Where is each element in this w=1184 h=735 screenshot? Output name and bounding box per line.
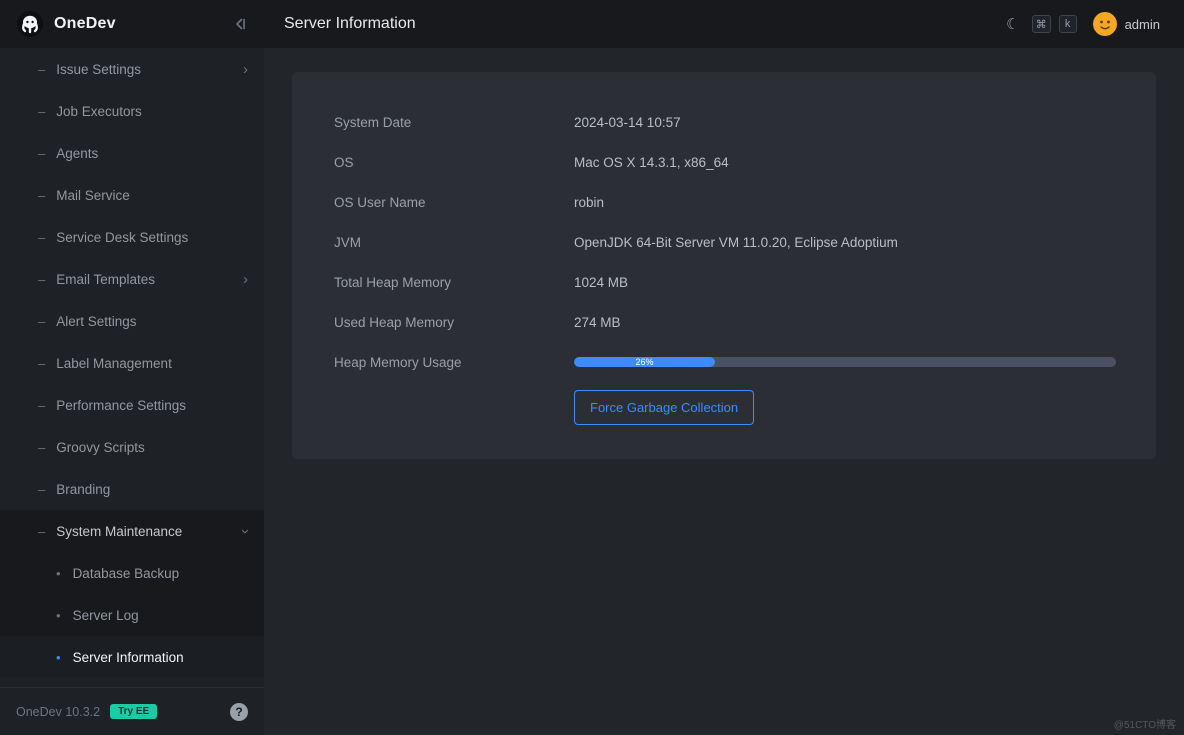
brand-area: OneDev xyxy=(0,0,264,48)
field-label: System Date xyxy=(334,115,574,130)
field-value: Mac OS X 14.3.1, x86_64 xyxy=(574,155,729,170)
field-label: OS User Name xyxy=(334,195,574,210)
sidebar-item-alert-settings[interactable]: – Alert Settings xyxy=(0,300,264,342)
sidebar-menu: – Issue Settings › – Job Executors – Age… xyxy=(0,48,264,687)
sidebar-item-mail-service[interactable]: – Mail Service xyxy=(0,174,264,216)
gc-button-row: Force Garbage Collection xyxy=(334,390,1116,425)
force-garbage-collection-button[interactable]: Force Garbage Collection xyxy=(574,390,754,425)
dash-icon: – xyxy=(38,272,45,287)
user-name[interactable]: admin xyxy=(1125,17,1160,32)
page-title: Server Information xyxy=(284,15,416,33)
field-heap-memory-usage: Heap Memory Usage 26% xyxy=(334,342,1116,382)
sidebar-item-groovy-scripts[interactable]: – Groovy Scripts xyxy=(0,426,264,468)
shortcut-k-key: k xyxy=(1059,15,1077,33)
sidebar: – Issue Settings › – Job Executors – Age… xyxy=(0,48,264,735)
shortcut-cmd-key: ⌘ xyxy=(1032,15,1051,33)
dash-icon: – xyxy=(38,482,45,497)
sidebar-item-server-information[interactable]: • Server Information xyxy=(0,636,264,678)
sidebar-item-service-desk-settings[interactable]: – Service Desk Settings xyxy=(0,216,264,258)
dash-icon: – xyxy=(38,440,45,455)
sidebar-item-label: Label Management xyxy=(56,356,172,371)
chevron-down-icon: › xyxy=(238,529,253,534)
onedev-logo-icon[interactable] xyxy=(16,10,44,38)
sidebar-item-database-backup[interactable]: • Database Backup xyxy=(0,552,264,594)
sidebar-item-email-templates[interactable]: – Email Templates › xyxy=(0,258,264,300)
field-os-user-name: OS User Name robin xyxy=(334,182,1116,222)
sidebar-item-label: Service Desk Settings xyxy=(56,230,188,245)
topbar-main: Server Information ☾ ⌘ k admin xyxy=(264,0,1184,48)
sidebar-item-label: Branding xyxy=(56,482,110,497)
sidebar-item-label: System Maintenance xyxy=(56,524,182,539)
dash-icon: – xyxy=(38,188,45,203)
heap-usage-progress-fill: 26% xyxy=(574,357,715,367)
sidebar-item-label: Mail Service xyxy=(56,188,130,203)
field-value: 2024-03-14 10:57 xyxy=(574,115,681,130)
sidebar-item-issue-settings[interactable]: – Issue Settings › xyxy=(0,48,264,90)
sidebar-item-label: Alert Settings xyxy=(56,314,136,329)
top-bar: OneDev Server Information ☾ ⌘ k admin xyxy=(0,0,1184,48)
heap-usage-percent-label: 26% xyxy=(635,358,653,367)
sidebar-item-job-executors[interactable]: – Job Executors xyxy=(0,90,264,132)
watermark: @51CTO博客 xyxy=(1114,716,1176,731)
sidebar-item-label: Job Executors xyxy=(56,104,142,119)
user-avatar[interactable] xyxy=(1093,12,1117,36)
bullet-icon: • xyxy=(56,608,61,623)
dash-icon: – xyxy=(38,356,45,371)
field-label: JVM xyxy=(334,235,574,250)
sidebar-item-label: Agents xyxy=(56,146,98,161)
dash-icon: – xyxy=(38,146,45,161)
field-value: 274 MB xyxy=(574,315,621,330)
sidebar-footer: OneDev 10.3.2 Try EE ? xyxy=(0,687,264,735)
field-value: 1024 MB xyxy=(574,275,628,290)
sidebar-item-label-management[interactable]: – Label Management xyxy=(0,342,264,384)
sidebar-item-label: Database Backup xyxy=(73,566,180,581)
sidebar-item-system-maintenance[interactable]: – System Maintenance › xyxy=(0,510,264,552)
sidebar-item-label: Performance Settings xyxy=(56,398,186,413)
server-info-card: System Date 2024-03-14 10:57 OS Mac OS X… xyxy=(292,72,1156,459)
field-label: Total Heap Memory xyxy=(334,275,574,290)
sidebar-item-label: Server Log xyxy=(73,608,139,623)
heap-usage-progress-bar: 26% xyxy=(574,357,1116,367)
dash-icon: – xyxy=(38,62,45,77)
chevron-right-icon: › xyxy=(243,62,248,77)
sidebar-group-system-maintenance: – System Maintenance › • Database Backup… xyxy=(0,510,264,678)
dash-icon: – xyxy=(38,524,45,539)
sidebar-item-branding[interactable]: – Branding xyxy=(0,468,264,510)
main-content: System Date 2024-03-14 10:57 OS Mac OS X… xyxy=(264,48,1184,735)
field-label: Heap Memory Usage xyxy=(334,355,574,370)
field-jvm: JVM OpenJDK 64-Bit Server VM 11.0.20, Ec… xyxy=(334,222,1116,262)
dash-icon: – xyxy=(38,314,45,329)
brand-name: OneDev xyxy=(54,15,116,33)
sidebar-item-label: Issue Settings xyxy=(56,62,141,77)
field-system-date: System Date 2024-03-14 10:57 xyxy=(334,102,1116,142)
sidebar-item-label: Email Templates xyxy=(56,272,155,287)
bullet-icon: • xyxy=(56,566,61,581)
sidebar-item-performance-settings[interactable]: – Performance Settings xyxy=(0,384,264,426)
field-os: OS Mac OS X 14.3.1, x86_64 xyxy=(334,142,1116,182)
field-label: Used Heap Memory xyxy=(334,315,574,330)
sidebar-collapse-icon[interactable] xyxy=(232,16,248,32)
sidebar-item-label: Groovy Scripts xyxy=(56,440,145,455)
field-used-heap-memory: Used Heap Memory 274 MB xyxy=(334,302,1116,342)
chevron-right-icon: › xyxy=(243,272,248,287)
sidebar-item-agents[interactable]: – Agents xyxy=(0,132,264,174)
sidebar-item-label: Server Information xyxy=(73,650,184,665)
field-value: OpenJDK 64-Bit Server VM 11.0.20, Eclips… xyxy=(574,235,898,250)
try-ee-badge[interactable]: Try EE xyxy=(110,704,157,719)
field-total-heap-memory: Total Heap Memory 1024 MB xyxy=(334,262,1116,302)
bullet-icon: • xyxy=(56,650,61,665)
dark-mode-icon[interactable]: ☾ xyxy=(1006,15,1019,33)
dash-icon: – xyxy=(38,104,45,119)
help-icon[interactable]: ? xyxy=(230,703,248,721)
field-value: robin xyxy=(574,195,604,210)
sidebar-item-server-log[interactable]: • Server Log xyxy=(0,594,264,636)
dash-icon: – xyxy=(38,230,45,245)
dash-icon: – xyxy=(38,398,45,413)
version-label: OneDev 10.3.2 xyxy=(16,705,100,719)
topbar-actions: ☾ ⌘ k admin xyxy=(1006,12,1160,36)
field-label: OS xyxy=(334,155,574,170)
